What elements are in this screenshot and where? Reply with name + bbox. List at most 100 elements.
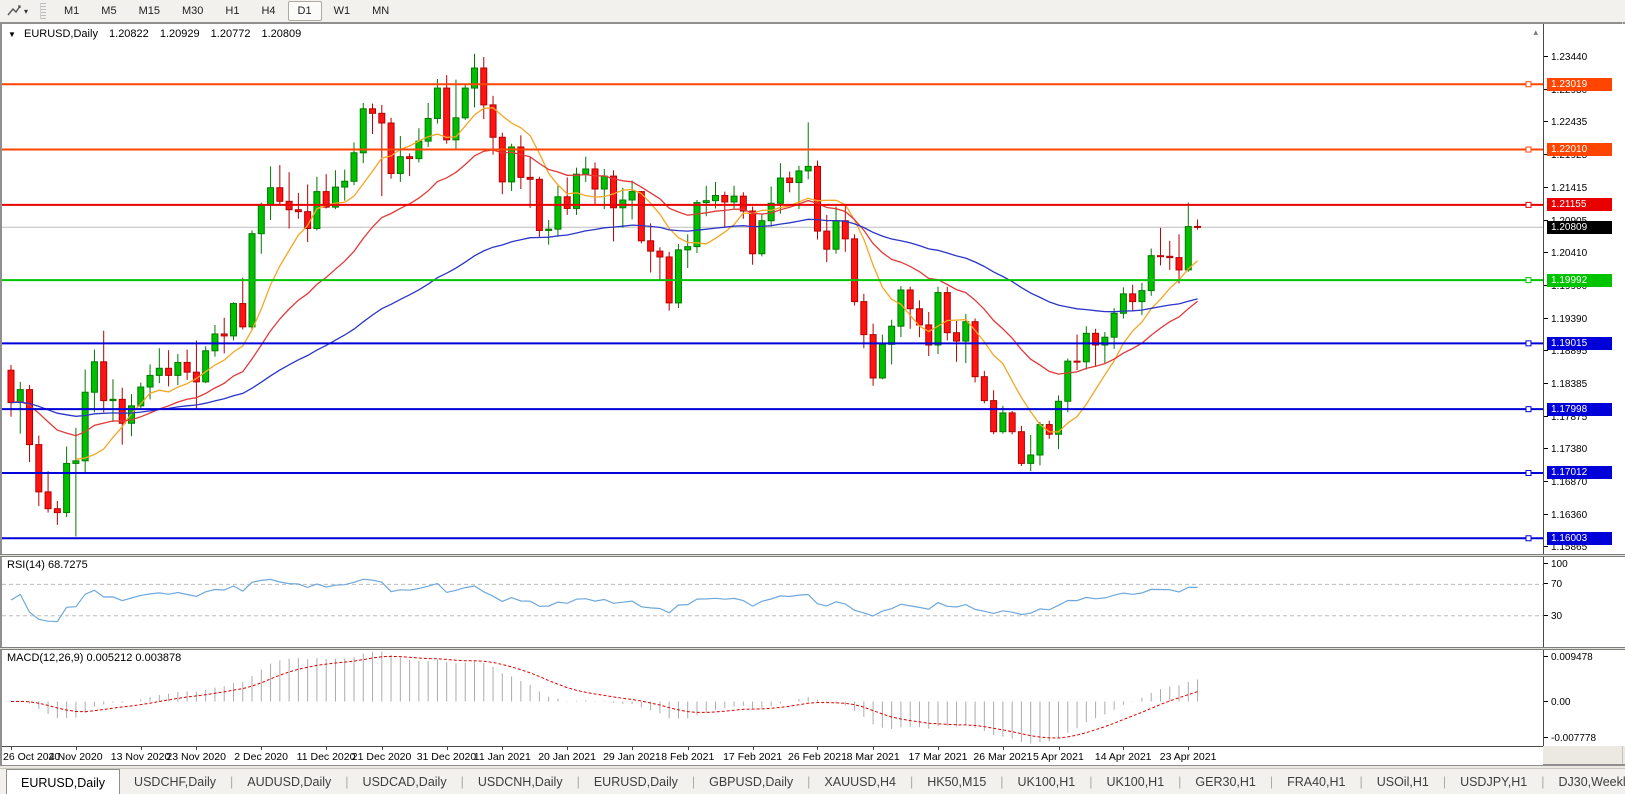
tab-uk100-h1[interactable]: UK100,H1 bbox=[1004, 769, 1090, 794]
candle-body bbox=[610, 175, 618, 209]
main-chart-canvas[interactable] bbox=[2, 24, 1543, 554]
date-tick-label: 14 Apr 2021 bbox=[1094, 751, 1152, 763]
rsi-tick-label: 70 bbox=[1551, 579, 1563, 591]
hline-handle[interactable] bbox=[1525, 469, 1532, 476]
price-tick-label: 1.18385 bbox=[1551, 379, 1588, 391]
candle-body bbox=[109, 398, 117, 402]
tab-gbpusd-daily[interactable]: GBPUSD,Daily bbox=[695, 769, 807, 794]
hline-price-label: 1.23019 bbox=[1547, 77, 1612, 91]
main-price-axis[interactable]: 1.234401.229301.224351.219251.214151.209… bbox=[1543, 24, 1625, 554]
date-tick-label: 23 Apr 2021 bbox=[1159, 751, 1217, 763]
price-tick-label: 1.19390 bbox=[1551, 314, 1588, 326]
candle-body bbox=[878, 343, 886, 379]
toolbar-grip[interactable] bbox=[40, 3, 47, 19]
candle-body bbox=[1156, 255, 1164, 258]
tab-usdjpy-h1[interactable]: USDJPY,H1 bbox=[1446, 769, 1541, 794]
hline-handle[interactable] bbox=[1525, 201, 1532, 208]
timeframe-button-h1[interactable]: H1 bbox=[215, 1, 249, 21]
date-tick-mark bbox=[687, 747, 689, 750]
tab-usoil-h1[interactable]: USOil,H1 bbox=[1363, 769, 1443, 794]
date-tick-label: 5 Apr 2021 bbox=[1033, 751, 1084, 763]
candle-body bbox=[1138, 290, 1146, 303]
hline-handle[interactable] bbox=[1525, 81, 1532, 88]
date-tick-label: 26 Feb 2021 bbox=[787, 751, 847, 763]
candle-body bbox=[1110, 312, 1118, 338]
tab-usdcnh-daily[interactable]: USDCNH,Daily bbox=[464, 769, 577, 794]
rsi-canvas[interactable] bbox=[2, 557, 1543, 647]
candle-body bbox=[795, 170, 803, 184]
hline-handle[interactable] bbox=[1525, 535, 1532, 542]
hline-handle[interactable] bbox=[1525, 406, 1532, 413]
candle-body bbox=[860, 301, 868, 336]
hline-handle[interactable] bbox=[1525, 340, 1532, 347]
tab-usdchf-daily[interactable]: USDCHF,Daily bbox=[120, 769, 230, 794]
hline-handle[interactable] bbox=[1525, 277, 1532, 284]
tab-hk50-m15[interactable]: HK50,M15 bbox=[913, 769, 1000, 794]
candle-body bbox=[563, 196, 571, 209]
drawing-tool-button[interactable]: ▾ bbox=[4, 3, 30, 19]
macd-tick-label: 0.009478 bbox=[1551, 652, 1593, 663]
timeframe-button-h4[interactable]: H4 bbox=[251, 1, 285, 21]
candle-body bbox=[396, 156, 404, 174]
macd-canvas[interactable] bbox=[2, 650, 1543, 746]
candle-body bbox=[81, 391, 89, 462]
symbol-dropdown-icon[interactable]: ▼ bbox=[8, 30, 16, 39]
tab-ger30-h1[interactable]: GER30,H1 bbox=[1181, 769, 1269, 794]
timeframe-button-m5[interactable]: M5 bbox=[91, 1, 126, 21]
candle-body bbox=[934, 292, 942, 346]
rsi-pane[interactable]: RSI(14) 68.7275 bbox=[2, 557, 1543, 647]
candle-body bbox=[1027, 454, 1035, 464]
timeframe-button-m1[interactable]: M1 bbox=[54, 1, 89, 21]
timeframe-button-mn[interactable]: MN bbox=[362, 1, 399, 21]
candle-body bbox=[702, 200, 710, 204]
hline-handle[interactable] bbox=[1525, 146, 1532, 153]
price-tick: 1.18385 bbox=[1544, 379, 1588, 391]
candle-body bbox=[906, 289, 914, 310]
candle-body bbox=[684, 246, 692, 251]
candle-body bbox=[498, 136, 506, 183]
candle-body bbox=[721, 194, 729, 203]
tab-fra40-h1[interactable]: FRA40,H1 bbox=[1273, 769, 1359, 794]
candle-body bbox=[851, 238, 859, 303]
candle-body bbox=[220, 333, 228, 337]
main-chart-pane[interactable]: ▼ EURUSD,Daily 1.20822 1.20929 1.20772 1… bbox=[2, 24, 1543, 554]
tab-xauusd-h4[interactable]: XAUUSD,H4 bbox=[810, 769, 910, 794]
candle-body bbox=[674, 249, 682, 304]
candle-body bbox=[202, 350, 210, 383]
date-tick-label: 11 Jan 2021 bbox=[473, 751, 531, 763]
candle-body bbox=[517, 146, 525, 178]
scroll-to-top-icon[interactable]: ▴ bbox=[1533, 27, 1538, 38]
tab-usdcad-daily[interactable]: USDCAD,Daily bbox=[349, 769, 461, 794]
candle-body bbox=[378, 112, 386, 124]
date-tick-mark bbox=[502, 747, 504, 750]
date-tick-mark bbox=[196, 747, 198, 750]
timeframe-button-d1[interactable]: D1 bbox=[287, 1, 322, 21]
price-high: 1.20929 bbox=[159, 28, 200, 40]
candle-body bbox=[572, 173, 580, 209]
tab-eurusd-daily[interactable]: EURUSD,Daily bbox=[580, 769, 692, 794]
candle-body bbox=[72, 460, 80, 464]
macd-signal-line bbox=[10, 655, 1198, 739]
macd-pane[interactable]: MACD(12,26,9) 0.005212 0.003878 bbox=[2, 650, 1543, 746]
rsi-axis[interactable]: 100 70 30 bbox=[1543, 557, 1625, 647]
date-tick-mark bbox=[326, 747, 328, 750]
candle-body bbox=[1036, 424, 1044, 456]
date-tick-mark bbox=[75, 747, 77, 750]
top-toolbar: ▾ M1 M5 M15 M30 H1 H4 D1 W1 MN bbox=[0, 0, 1625, 23]
candle-body bbox=[294, 209, 302, 213]
timeframe-button-m15[interactable]: M15 bbox=[129, 1, 170, 21]
date-axis[interactable]: 26 Oct 2020 4 Nov 2020 13 Nov 2020 23 Nov 2… bbox=[2, 746, 1543, 765]
date-tick-label: 8 Feb 2021 bbox=[661, 751, 715, 763]
tab-uk100-h1[interactable]: UK100,H1 bbox=[1092, 769, 1178, 794]
dropdown-caret-icon[interactable]: ▾ bbox=[24, 7, 28, 16]
candle-body bbox=[53, 508, 61, 514]
timeframe-button-m30[interactable]: M30 bbox=[172, 1, 213, 21]
date-tick-mark bbox=[873, 747, 875, 750]
candle-body bbox=[63, 462, 71, 514]
macd-axis[interactable]: 0.009478 0.00 -0.007778 bbox=[1543, 650, 1625, 746]
timeframe-button-w1[interactable]: W1 bbox=[324, 1, 361, 21]
tab-dj30-weekly[interactable]: DJ30,Weekly bbox=[1544, 769, 1625, 794]
tab-audusd-daily[interactable]: AUDUSD,Daily bbox=[233, 769, 345, 794]
tab-eurusd-daily[interactable]: EURUSD,Daily bbox=[6, 769, 121, 794]
candle-body bbox=[155, 367, 163, 376]
